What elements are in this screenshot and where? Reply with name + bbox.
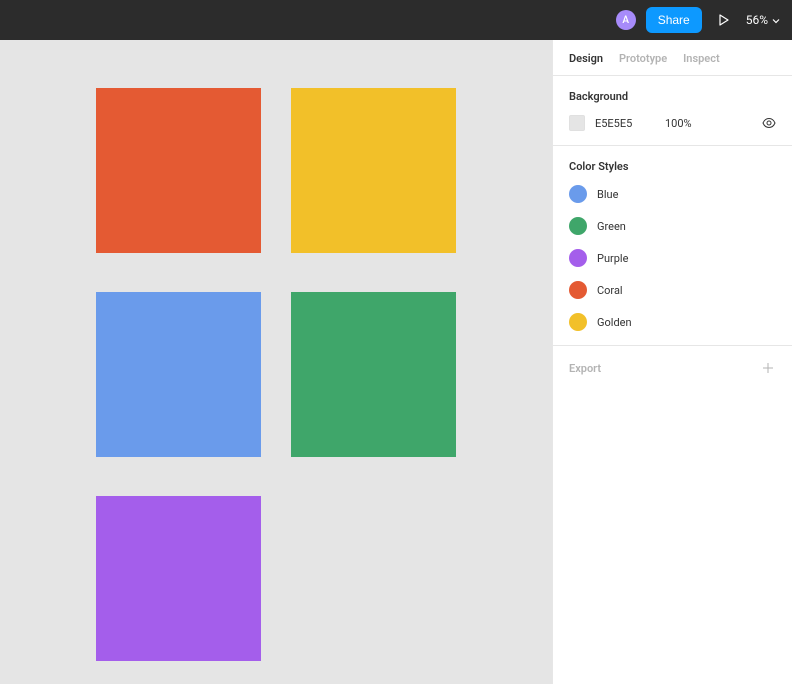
share-button[interactable]: Share bbox=[646, 7, 702, 33]
style-item-golden[interactable]: Golden bbox=[569, 313, 776, 331]
main: Design Prototype Inspect Background E5E5… bbox=[0, 40, 792, 684]
play-icon bbox=[718, 14, 730, 26]
background-row: E5E5E5 100% bbox=[569, 115, 776, 131]
tab-prototype[interactable]: Prototype bbox=[619, 52, 667, 65]
background-swatch[interactable] bbox=[569, 115, 585, 131]
rect-green[interactable] bbox=[291, 292, 456, 457]
color-styles-section: Color Styles Blue Green Purple Coral bbox=[553, 146, 792, 346]
color-styles-list: Blue Green Purple Coral Golden bbox=[569, 185, 776, 331]
export-section: Export bbox=[553, 346, 792, 390]
style-dot-purple bbox=[569, 249, 587, 267]
style-dot-blue bbox=[569, 185, 587, 203]
zoom-label: 56% bbox=[746, 13, 768, 27]
style-item-coral[interactable]: Coral bbox=[569, 281, 776, 299]
rect-blue[interactable] bbox=[96, 292, 261, 457]
style-label: Green bbox=[597, 220, 626, 233]
export-title: Export bbox=[569, 362, 601, 375]
tab-inspect[interactable]: Inspect bbox=[683, 52, 720, 65]
background-hex[interactable]: E5E5E5 bbox=[595, 117, 655, 130]
plus-icon bbox=[762, 362, 774, 374]
style-label: Golden bbox=[597, 316, 632, 329]
visibility-toggle[interactable] bbox=[762, 116, 776, 130]
avatar[interactable]: A bbox=[616, 10, 636, 30]
background-title: Background bbox=[569, 90, 776, 103]
style-dot-golden bbox=[569, 313, 587, 331]
rect-golden[interactable] bbox=[291, 88, 456, 253]
zoom-dropdown[interactable]: 56% bbox=[746, 13, 780, 27]
add-export-button[interactable] bbox=[760, 360, 776, 376]
style-item-purple[interactable]: Purple bbox=[569, 249, 776, 267]
style-label: Coral bbox=[597, 284, 623, 297]
style-label: Purple bbox=[597, 252, 628, 265]
style-item-green[interactable]: Green bbox=[569, 217, 776, 235]
panel-tabs: Design Prototype Inspect bbox=[553, 40, 792, 76]
present-button[interactable] bbox=[712, 8, 736, 32]
style-item-blue[interactable]: Blue bbox=[569, 185, 776, 203]
background-section: Background E5E5E5 100% bbox=[553, 76, 792, 146]
right-panel: Design Prototype Inspect Background E5E5… bbox=[552, 40, 792, 684]
canvas[interactable] bbox=[0, 40, 552, 684]
color-styles-title: Color Styles bbox=[569, 160, 776, 173]
style-label: Blue bbox=[597, 188, 618, 201]
rect-purple[interactable] bbox=[96, 496, 261, 661]
topbar: A Share 56% bbox=[0, 0, 792, 40]
chevron-down-icon bbox=[772, 17, 780, 25]
eye-icon bbox=[762, 116, 776, 130]
style-dot-green bbox=[569, 217, 587, 235]
style-dot-coral bbox=[569, 281, 587, 299]
rect-coral[interactable] bbox=[96, 88, 261, 253]
background-opacity[interactable]: 100% bbox=[665, 117, 705, 130]
tab-design[interactable]: Design bbox=[569, 52, 603, 65]
